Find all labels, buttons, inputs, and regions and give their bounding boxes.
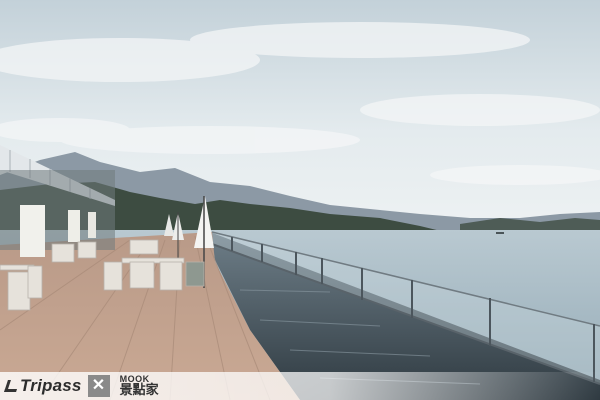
doorway-3 [88, 212, 96, 238]
tripass-wordmark: Tripass [20, 376, 82, 395]
boat [496, 232, 504, 234]
tripass-logo: Tripass ✕ [4, 375, 110, 397]
tripass-mark-icon [4, 380, 20, 392]
scene-illustration [0, 0, 600, 400]
mook-chinese-wordmark: 景點家 [119, 383, 159, 398]
doorway-1 [20, 205, 45, 257]
x-badge-icon: ✕ [87, 375, 110, 397]
doorway-2 [68, 210, 80, 242]
building-wall [0, 170, 115, 250]
lakeside-terrace-photo: Tripass ✕ MOOK 景點家 [0, 0, 600, 400]
watermark-bar: Tripass ✕ MOOK 景點家 [0, 372, 600, 400]
mook-logo: MOOK 景點家 [119, 375, 159, 398]
